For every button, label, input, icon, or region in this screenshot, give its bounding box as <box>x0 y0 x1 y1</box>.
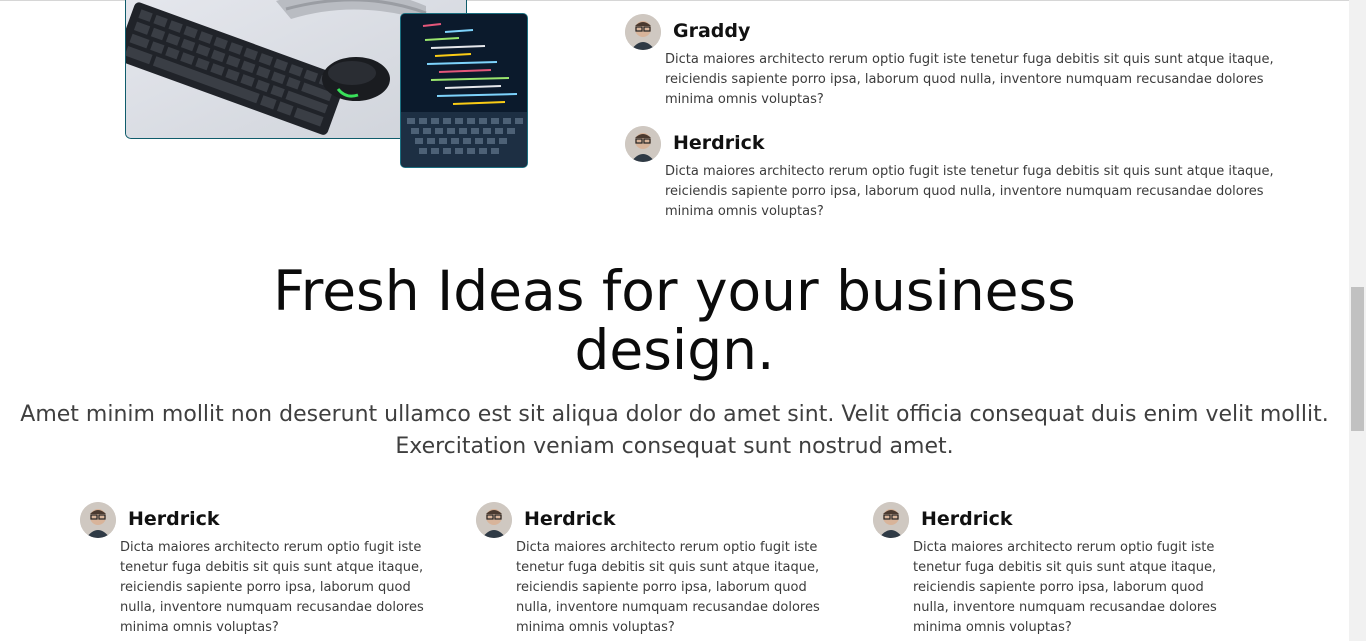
testimonial-name: Herdrick <box>524 508 616 530</box>
testimonial-graddy: Graddy Dicta maiores architecto rerum op… <box>625 14 1305 114</box>
hero-title-line2: design. <box>574 318 775 382</box>
person-avatar-icon <box>476 502 512 538</box>
testimonial-name: Herdrick <box>128 508 220 530</box>
testimonial-text: Dicta maiores architecto rerum optio fug… <box>120 540 424 635</box>
hero-subtitle-line2: Exercitation veniam consequat sunt nostr… <box>395 434 954 459</box>
scrollbar-thumb[interactable] <box>1351 287 1364 431</box>
hero-subtitle-line1: Amet minim mollit non deserunt ullamco e… <box>20 402 1329 427</box>
person-avatar-icon <box>625 126 661 162</box>
page: Graddy Dicta maiores architecto rerum op… <box>0 0 1349 641</box>
testimonial-text: Dicta maiores architecto rerum optio fug… <box>913 540 1217 635</box>
testimonial-name: Herdrick <box>673 132 765 154</box>
testimonial-herdrick: Herdrick Dicta maiores architecto rerum … <box>625 126 1305 226</box>
person-avatar-icon <box>625 14 661 50</box>
person-avatar-icon <box>873 502 909 538</box>
testimonial-name: Herdrick <box>921 508 1013 530</box>
hero-title-line1: Fresh Ideas for your business <box>273 259 1076 323</box>
code-laptop-image <box>400 13 528 168</box>
testimonial-name: Graddy <box>673 20 751 42</box>
testimonial-card: Herdrick Dicta maiores architecto rerum … <box>80 502 440 641</box>
testimonial-card: Herdrick Dicta maiores architecto rerum … <box>476 502 836 641</box>
testimonial-text: Dicta maiores architecto rerum optio fug… <box>516 540 820 635</box>
testimonial-text: Dicta maiores architecto rerum optio fug… <box>665 52 1274 107</box>
testimonial-text: Dicta maiores architecto rerum optio fug… <box>665 164 1274 219</box>
person-avatar-icon <box>80 502 116 538</box>
hero-title: Fresh Ideas for your business design. <box>0 262 1349 380</box>
testimonial-card: Herdrick Dicta maiores architecto rerum … <box>873 502 1233 641</box>
hero-subtitle: Amet minim mollit non deserunt ullamco e… <box>0 399 1349 463</box>
